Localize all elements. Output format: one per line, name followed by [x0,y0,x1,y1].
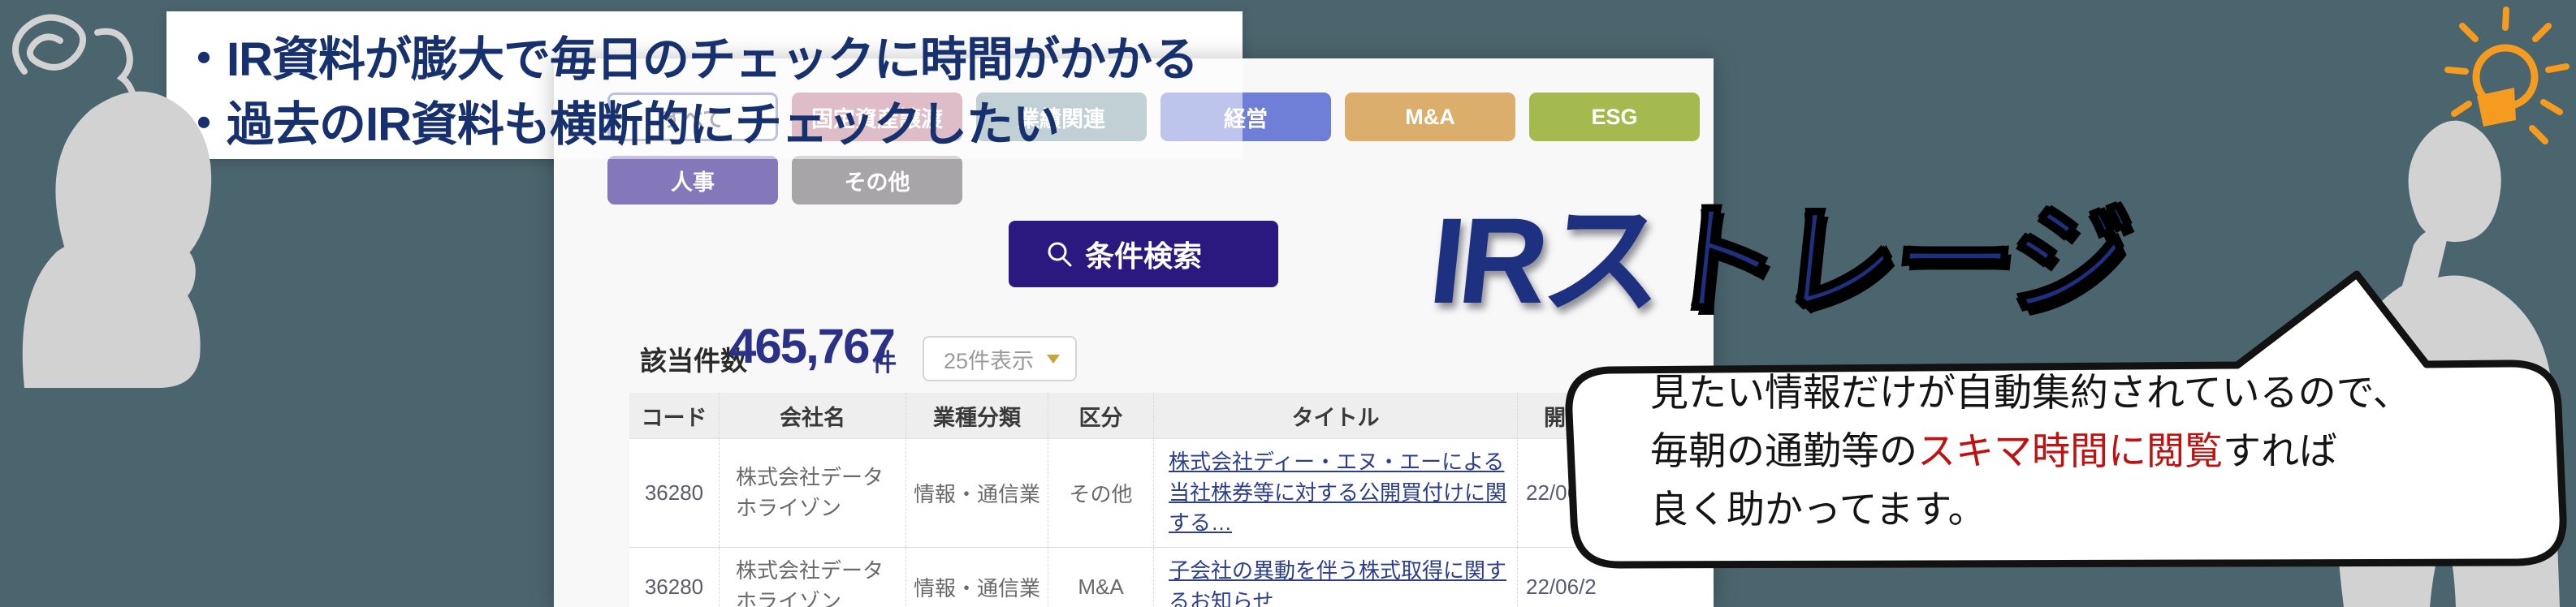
poster-canvas: すべて 固定資産譲渡 業績関連 経営 M&A ESG 人事 その他 [0,0,2576,607]
testimonial-line-3: 良く助かってます。 [1650,488,1986,531]
highlighted-text: スキマ時間に閲覧 [1917,429,2223,472]
testimonial-line-1: 見たい情報だけが自動集約されているので、 [1650,371,2411,414]
testimonial-text: 見たい情報だけが自動集約されているので、 毎朝の通勤等のスキマ時間に閲覧すれば … [1650,364,2411,539]
testimonial-line-2: 毎朝の通勤等のスキマ時間に閲覧すれば [1650,429,2337,472]
